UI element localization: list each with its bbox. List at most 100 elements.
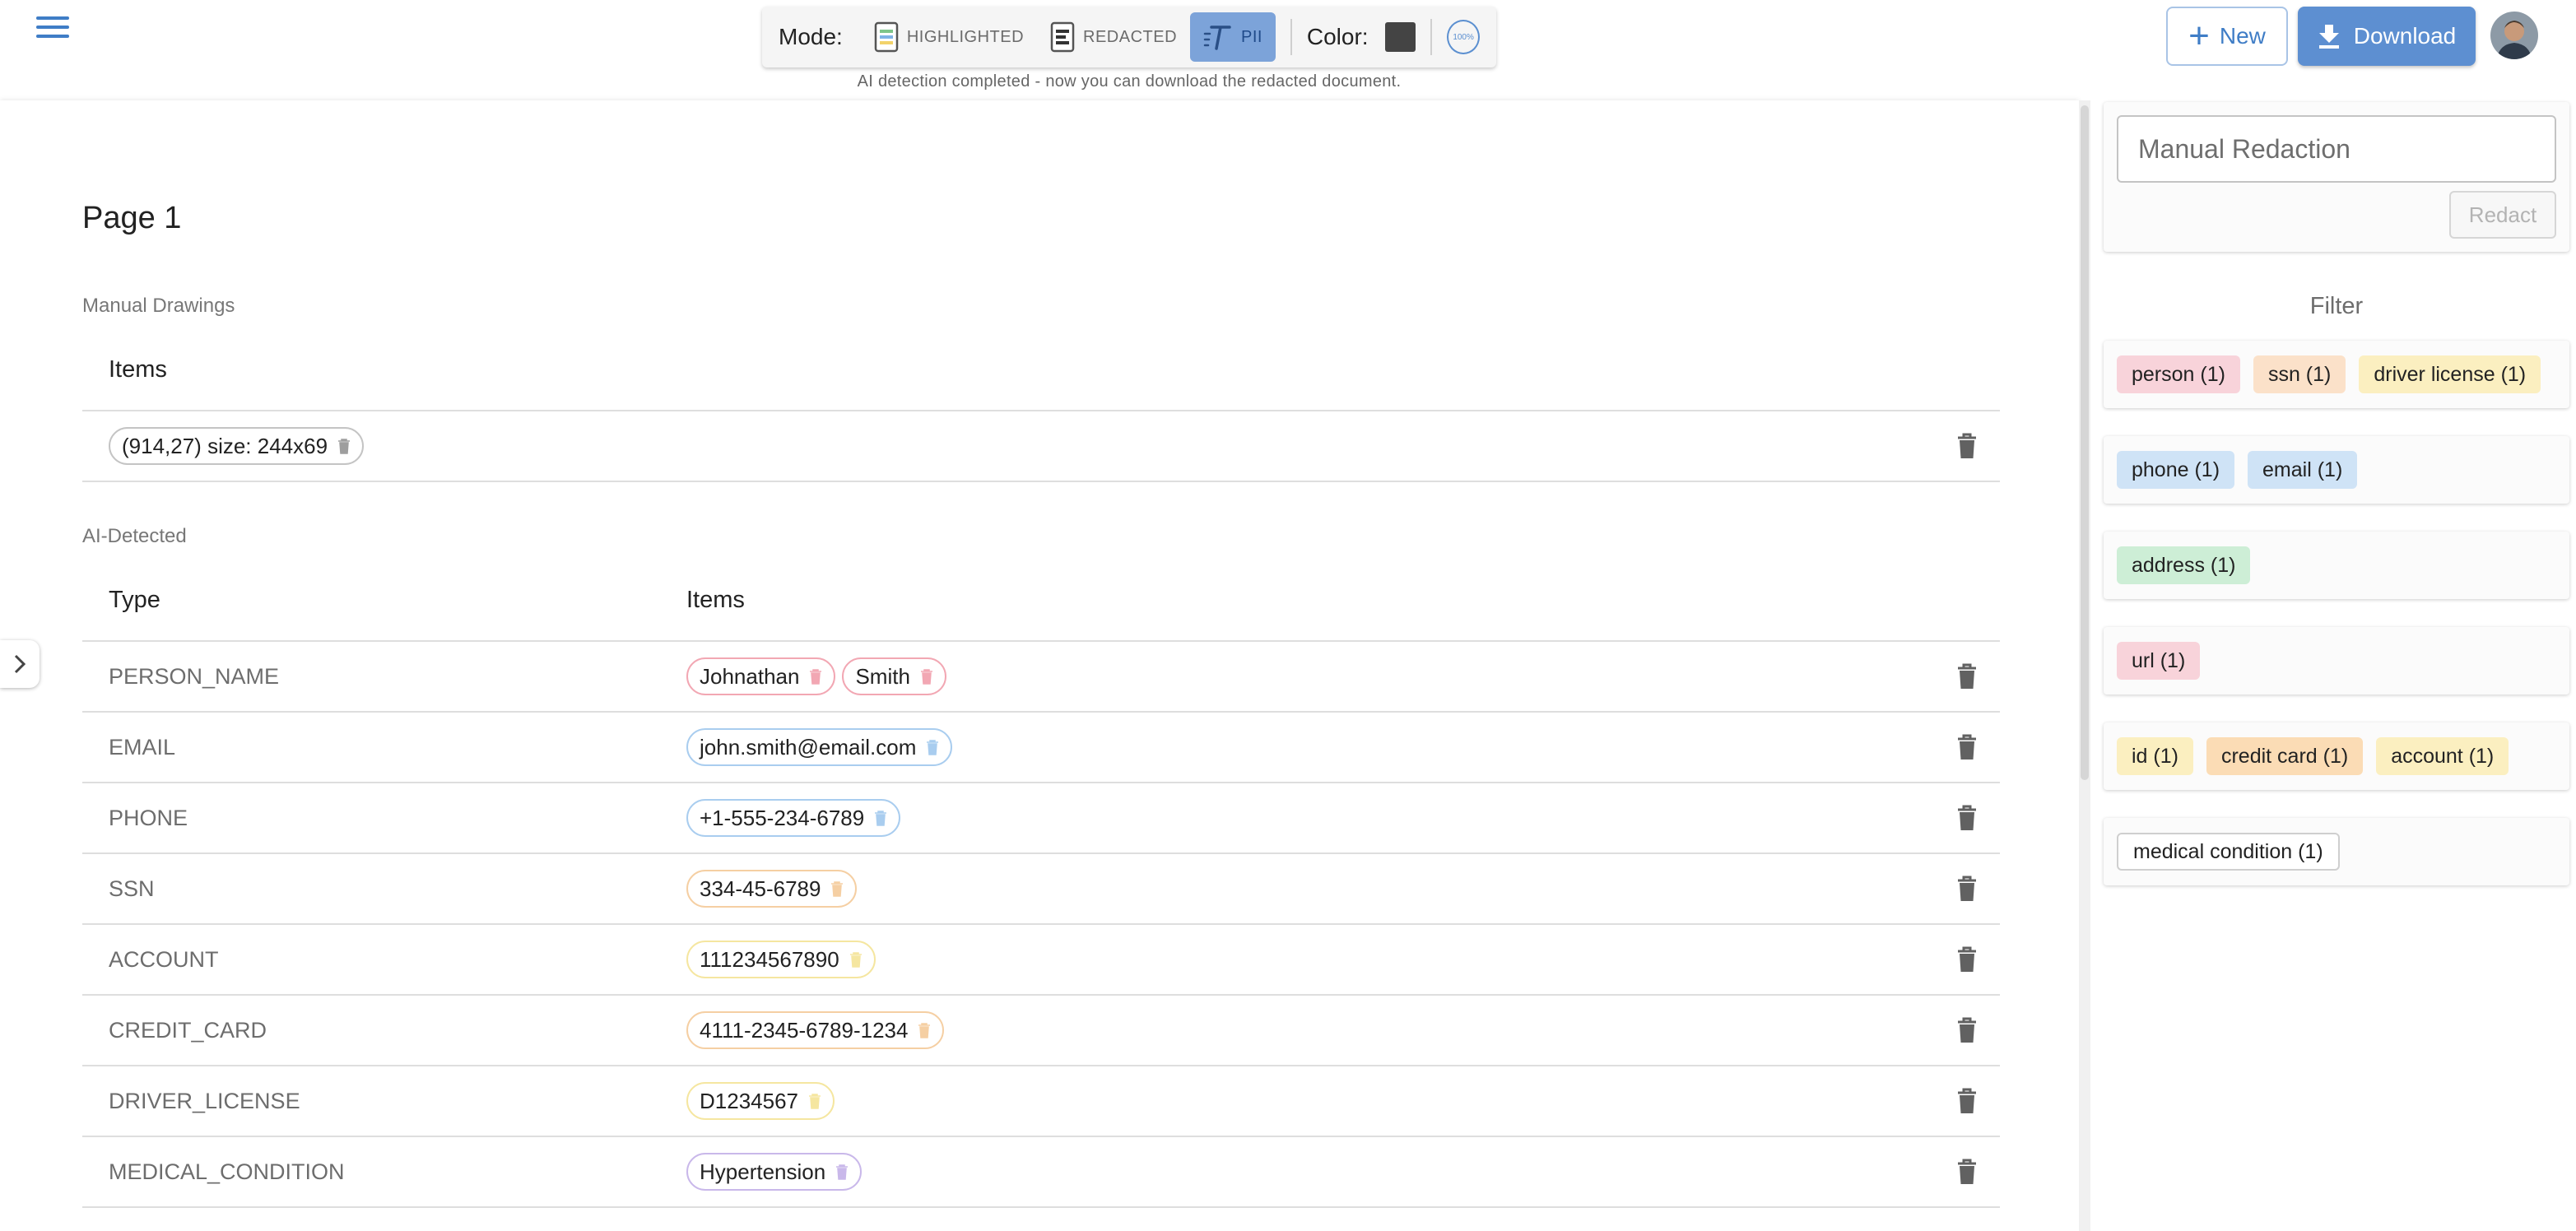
delete-row-button[interactable] [1934,1159,2000,1185]
filter-tag[interactable]: url (1) [2117,642,2201,680]
trash-icon[interactable] [337,438,351,454]
mode-redacted-label: REDACTED [1083,27,1178,46]
chevron-right-icon [14,654,26,674]
ai-detected-table: Type Items PERSON_NAME Johnathan Smith EMAI… [82,560,2000,1208]
trash-icon[interactable] [874,810,887,826]
mode-pii-button[interactable]: PII [1190,12,1276,62]
mode-redacted-button[interactable]: REDACTED [1037,12,1190,62]
pii-item-chip[interactable]: Johnathan [686,657,836,695]
pii-item-chip[interactable]: Hypertension [686,1153,863,1191]
trash-icon[interactable] [830,880,844,897]
avatar[interactable] [2490,12,2538,59]
pii-item-chip[interactable]: john.smith@email.com [686,728,953,766]
toolbar-divider [1430,19,1433,55]
filter-tag[interactable]: medical condition (1) [2117,833,2340,871]
pii-items-cell: D1234567 [660,1082,1934,1120]
pii-items-cell: 111234567890 [660,941,1934,978]
filter-group: id (1) credit card (1) account (1) [2104,722,2569,790]
trash-icon[interactable] [808,1093,821,1109]
pii-type-cell: ACCOUNT [109,946,219,972]
manual-drawings-label: Manual Drawings [82,295,235,317]
delete-row-button[interactable] [1934,734,2000,760]
trash-icon [1958,876,1976,901]
plus-icon: + [2188,16,2210,56]
trash-icon[interactable] [920,668,933,685]
delete-row-button[interactable] [1934,1017,2000,1043]
pii-items-cell: Hypertension [660,1153,1934,1191]
pii-type-cell: CREDIT_CARD [109,1017,267,1043]
filter-tag[interactable]: address (1) [2117,546,2251,584]
pii-type-cell: MEDICAL_CONDITION [109,1159,345,1184]
mode-highlighted-label: HIGHLIGHTED [906,27,1025,46]
color-swatch[interactable] [1384,22,1416,52]
scrollbar-thumb[interactable] [2081,105,2089,780]
download-button-label: Download [2353,23,2457,49]
filter-tag[interactable]: email (1) [2248,451,2358,489]
filter-group: address (1) [2104,532,2569,599]
table-row: ACCOUNT 111234567890 [82,925,2000,996]
pii-items-cell: 334-45-6789 [660,870,1934,908]
table-row: DRIVER_LICENSE D1234567 [82,1066,2000,1137]
highlighted-doc-icon [874,21,899,53]
pii-item-chip[interactable]: +1-555-234-6789 [686,799,901,837]
trash-icon[interactable] [918,1022,931,1038]
redacted-doc-icon [1050,21,1075,53]
download-button[interactable]: Download [2298,7,2476,66]
chip-label: 334-45-6789 [700,876,821,901]
pii-item-chip[interactable]: 4111-2345-6789-1234 [686,1011,945,1049]
table-row: PERSON_NAME Johnathan Smith [82,642,2000,713]
filter-tag[interactable]: ssn (1) [2253,355,2346,393]
filter-title: Filter [2309,293,2364,319]
pii-items-cell: Johnathan Smith [660,657,1934,695]
trash-icon[interactable] [809,668,822,685]
filter-tag[interactable]: phone (1) [2117,451,2235,489]
pii-item-chip[interactable]: Smith [842,657,946,695]
delete-row-button[interactable] [1934,876,2000,902]
table-header: Type Items [82,560,2000,642]
pii-text-icon [1203,26,1231,50]
header-type: Type [109,586,160,613]
status-message: AI detection completed - now you can dow… [857,72,1402,91]
redact-button[interactable]: Redact [2449,191,2556,239]
sidebar-toggle-button[interactable] [0,640,40,688]
trash-icon[interactable] [849,951,863,968]
opacity-button[interactable]: 100% [1447,20,1481,54]
delete-row-button[interactable] [1934,663,2000,690]
table-row: PHONE +1-555-234-6789 [82,783,2000,854]
filter-tag[interactable]: id (1) [2117,737,2193,775]
mode-toolbar: Mode: HIGHLIGHTED REDACTED PII Color: 10… [762,7,1496,67]
chip-label: john.smith@email.com [700,734,917,760]
trash-icon [1958,1088,1976,1113]
trash-icon[interactable] [926,739,939,755]
new-button[interactable]: + New [2166,7,2288,66]
mode-highlighted-button[interactable]: HIGHLIGHTED [861,12,1037,62]
manual-drawings-table: Items (914,27) size: 244x69 [82,329,2000,482]
drawing-chip[interactable]: (914,27) size: 244x69 [109,427,365,465]
trash-icon [1958,805,1976,830]
main-scrollbar[interactable] [2079,100,2090,1231]
delete-row-button[interactable] [1934,1088,2000,1114]
color-label: Color: [1306,24,1369,49]
main-document-panel: Page 1 Manual Drawings Items (914,27) si… [0,100,2079,1231]
chip-label: (914,27) size: 244x69 [122,433,328,458]
manual-redaction-input[interactable] [2117,115,2556,183]
table-row: (914,27) size: 244x69 [82,411,2000,482]
pii-item-chip[interactable]: 334-45-6789 [686,870,858,908]
pii-item-chip[interactable]: 111234567890 [686,941,876,978]
table-row: MEDICAL_CONDITION Hypertension [82,1137,2000,1208]
filter-tag[interactable]: account (1) [2376,737,2509,775]
pii-item-chip[interactable]: D1234567 [686,1082,835,1120]
pii-type-cell: DRIVER_LICENSE [109,1088,300,1113]
pii-type-cell: EMAIL [109,734,176,760]
delete-row-button[interactable] [1934,946,2000,973]
hamburger-menu-icon[interactable] [36,16,69,44]
filter-tag[interactable]: driver license (1) [2359,355,2541,393]
chip-label: Smith [855,663,910,689]
filter-tag[interactable]: credit card (1) [2206,737,2364,775]
filter-tag[interactable]: person (1) [2117,355,2240,393]
trash-icon [1958,946,1976,972]
filter-group: person (1) ssn (1) driver license (1) [2104,341,2569,408]
delete-row-button[interactable] [1934,433,2000,459]
delete-row-button[interactable] [1934,805,2000,831]
trash-icon[interactable] [835,1164,849,1180]
